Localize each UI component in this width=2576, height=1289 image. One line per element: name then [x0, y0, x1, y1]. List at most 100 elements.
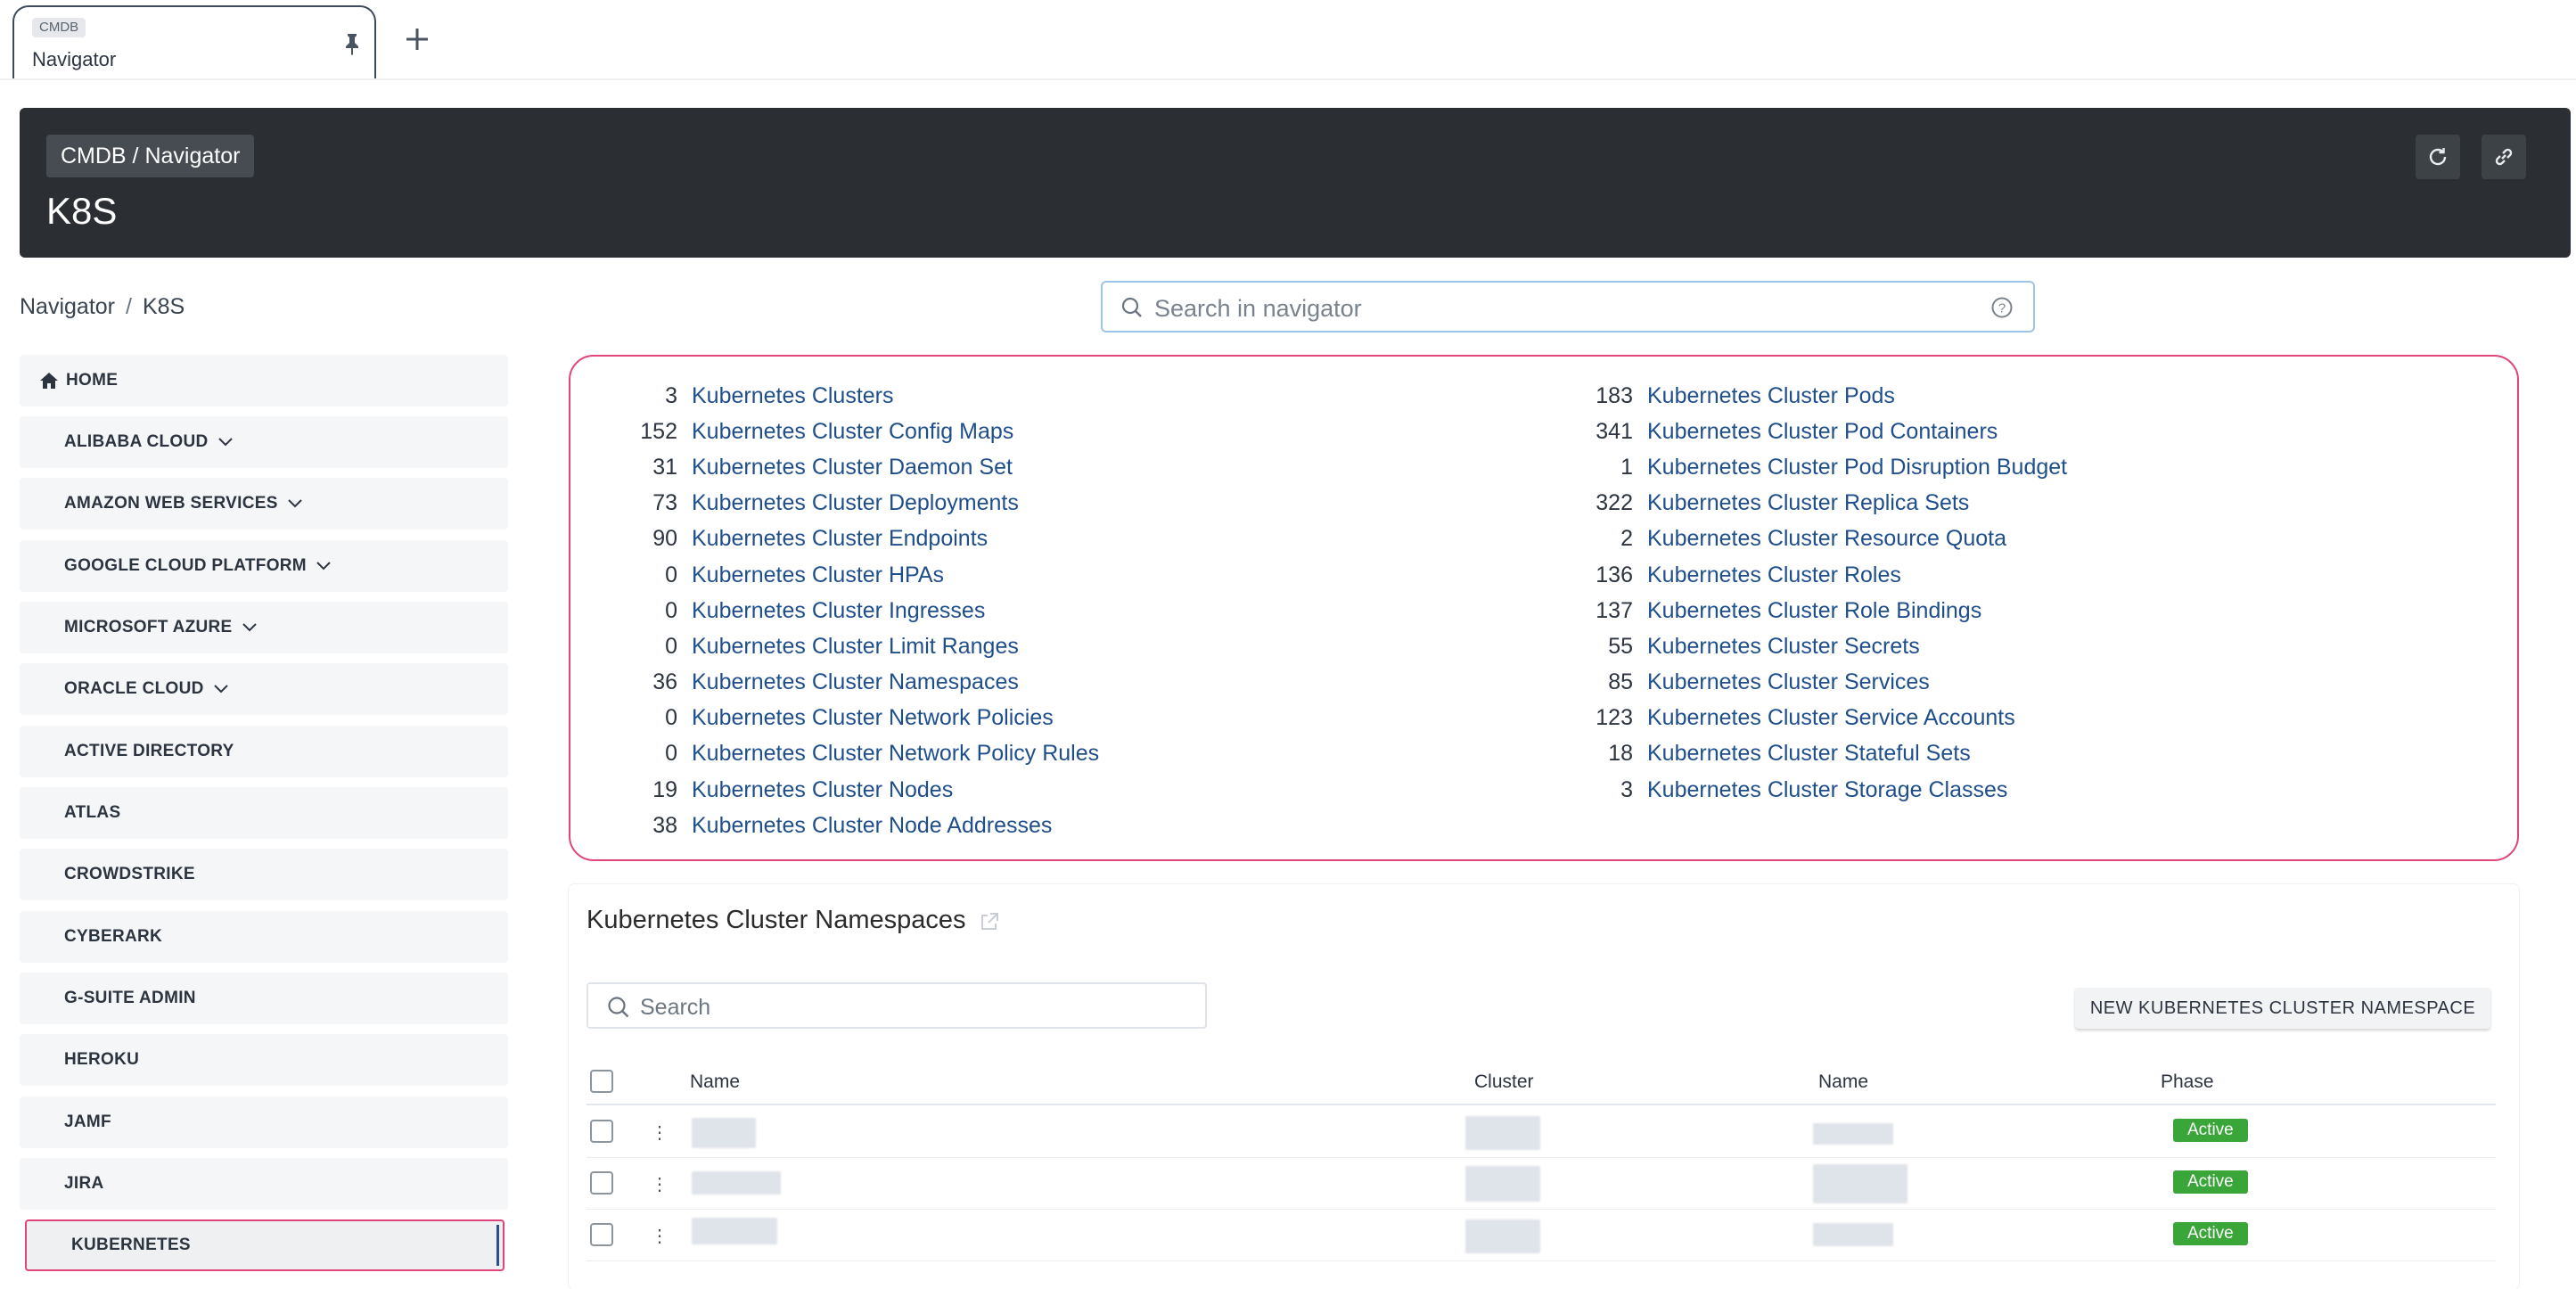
sidebar-item-microsoft-azure[interactable]: MICROSOFT AZURE — [20, 602, 508, 653]
copy-link-button[interactable] — [2482, 135, 2526, 179]
new-namespace-button[interactable]: NEW KUBERNETES CLUSTER NAMESPACE — [2075, 988, 2490, 1029]
resource-link[interactable]: Kubernetes Cluster Roles — [1647, 562, 1901, 588]
summary-row[interactable]: 36 Kubernetes Cluster Namespaces — [579, 665, 1099, 701]
summary-row[interactable]: 152 Kubernetes Cluster Config Maps — [579, 414, 1099, 449]
resource-link[interactable]: Kubernetes Cluster Network Policies — [692, 705, 1054, 731]
row-checkbox[interactable] — [590, 1171, 613, 1195]
more-vertical-icon[interactable]: ⋮ — [651, 1121, 669, 1144]
resource-link[interactable]: Kubernetes Cluster Pod Containers — [1647, 419, 1998, 445]
summary-row[interactable]: 136 Kubernetes Cluster Roles — [1535, 557, 2067, 593]
resource-link[interactable]: Kubernetes Cluster Role Bindings — [1647, 598, 1981, 624]
sidebar-item-oracle-cloud[interactable]: ORACLE CLOUD — [20, 663, 508, 715]
sidebar-item-g-suite-admin[interactable]: G-SUITE ADMIN — [20, 973, 508, 1024]
resource-link[interactable]: Kubernetes Cluster Network Policy Rules — [692, 741, 1099, 767]
refresh-button[interactable] — [2416, 135, 2460, 179]
resource-link[interactable]: Kubernetes Cluster Nodes — [692, 777, 953, 803]
column-header-phase[interactable]: Phase — [2161, 1071, 2214, 1093]
header-breadcrumb[interactable]: CMDB / Navigator — [46, 135, 255, 177]
summary-row[interactable]: 0 Kubernetes Cluster Ingresses — [579, 593, 1099, 628]
resource-link[interactable]: Kubernetes Cluster Pod Disruption Budget — [1647, 455, 2067, 480]
summary-row[interactable]: 1 Kubernetes Cluster Pod Disruption Budge… — [1535, 449, 2067, 485]
sidebar-item-heroku[interactable]: HEROKU — [20, 1034, 508, 1086]
plus-icon[interactable] — [399, 21, 435, 57]
summary-row[interactable]: 18 Kubernetes Cluster Stateful Sets — [1535, 736, 2067, 772]
summary-row[interactable]: 0 Kubernetes Cluster Limit Ranges — [579, 628, 1099, 664]
resource-link[interactable]: Kubernetes Cluster Pods — [1647, 383, 1895, 409]
column-header-cluster[interactable]: Cluster — [1474, 1071, 1534, 1093]
sidebar-item-home[interactable]: HOME — [20, 355, 508, 406]
resource-link[interactable]: Kubernetes Cluster Ingresses — [692, 598, 985, 624]
sidebar-item-jamf[interactable]: JAMF — [20, 1096, 508, 1148]
sidebar-item-jira[interactable]: JIRA — [20, 1158, 508, 1210]
summary-row[interactable]: 19 Kubernetes Cluster Nodes — [579, 772, 1099, 808]
summary-row[interactable]: 3 Kubernetes Clusters — [579, 378, 1099, 414]
help-icon[interactable]: ? — [1990, 296, 2014, 324]
sidebar-item-atlas[interactable]: ATLAS — [20, 787, 508, 839]
resource-link[interactable]: Kubernetes Cluster Endpoints — [692, 526, 988, 552]
resource-link[interactable]: Kubernetes Cluster Namespaces — [692, 669, 1019, 695]
row-checkbox[interactable] — [590, 1223, 613, 1246]
search-icon — [1120, 296, 1144, 324]
resource-link[interactable]: Kubernetes Cluster Stateful Sets — [1647, 741, 1971, 767]
table-row[interactable]: ⋮ Active — [587, 1157, 2496, 1210]
sidebar-item-google-cloud-platform[interactable]: GOOGLE CLOUD PLATFORM — [20, 540, 508, 592]
resource-link[interactable]: Kubernetes Cluster HPAs — [692, 562, 944, 588]
column-header-name-2[interactable]: Name — [1818, 1071, 1868, 1093]
row-checkbox[interactable] — [590, 1120, 613, 1143]
resource-link[interactable]: Kubernetes Cluster Service Accounts — [1647, 705, 2015, 731]
navigator-search-input[interactable] — [1153, 291, 1958, 325]
summary-row[interactable]: 73 Kubernetes Cluster Deployments — [579, 486, 1099, 521]
resource-link[interactable]: Kubernetes Cluster Node Addresses — [692, 813, 1052, 839]
summary-row[interactable]: 90 Kubernetes Cluster Endpoints — [579, 521, 1099, 557]
sidebar-item-crowdstrike[interactable]: CROWDSTRIKE — [20, 849, 508, 900]
sidebar-item-amazon-web-services[interactable]: AMAZON WEB SERVICES — [20, 478, 508, 530]
sidebar-item-kubernetes[interactable]: KUBERNETES — [25, 1219, 505, 1271]
pin-icon[interactable] — [342, 32, 362, 55]
summary-row[interactable]: 123 Kubernetes Cluster Service Accounts — [1535, 701, 2067, 736]
resource-link[interactable]: Kubernetes Cluster Secrets — [1647, 634, 1920, 660]
resource-link[interactable]: Kubernetes Cluster Resource Quota — [1647, 526, 2006, 552]
resource-link[interactable]: Kubernetes Cluster Storage Classes — [1647, 777, 2007, 803]
summary-row[interactable]: 38 Kubernetes Cluster Node Addresses — [579, 808, 1099, 843]
resource-link[interactable]: Kubernetes Clusters — [692, 383, 894, 409]
tab-title: Navigator — [32, 48, 117, 70]
summary-row[interactable]: 0 Kubernetes Cluster HPAs — [579, 557, 1099, 593]
resource-link[interactable]: Kubernetes Cluster Daemon Set — [692, 455, 1013, 480]
sidebar-item-cyberark[interactable]: CYBERARK — [20, 911, 508, 963]
table-row[interactable]: ⋮ Active — [587, 1209, 2496, 1261]
resource-link[interactable]: Kubernetes Cluster Deployments — [692, 490, 1019, 516]
tab-navigator[interactable]: CMDB Navigator — [12, 5, 376, 80]
summary-left-column: 3 Kubernetes Clusters 152 Kubernetes Clust… — [579, 378, 1099, 843]
summary-row[interactable]: 85 Kubernetes Cluster Services — [1535, 665, 2067, 701]
summary-row[interactable]: 341 Kubernetes Cluster Pod Containers — [1535, 414, 2067, 449]
sidebar-item-label: CYBERARK — [64, 927, 163, 946]
summary-row[interactable]: 31 Kubernetes Cluster Daemon Set — [579, 449, 1099, 485]
breadcrumb-root[interactable]: Navigator — [20, 294, 115, 319]
summary-row[interactable]: 0 Kubernetes Cluster Network Policies — [579, 701, 1099, 736]
sidebar-item-alibaba-cloud[interactable]: ALIBABA CLOUD — [20, 416, 508, 468]
summary-row[interactable]: 137 Kubernetes Cluster Role Bindings — [1535, 593, 2067, 628]
resource-link[interactable]: Kubernetes Cluster Limit Ranges — [692, 634, 1019, 660]
summary-row[interactable]: 0 Kubernetes Cluster Network Policy Rules — [579, 736, 1099, 772]
sidebar-item-label: CROWDSTRIKE — [64, 865, 195, 883]
table-search-input[interactable] — [638, 991, 1177, 1023]
sidebar-item-active-directory[interactable]: ACTIVE DIRECTORY — [20, 726, 508, 777]
resource-link[interactable]: Kubernetes Cluster Replica Sets — [1647, 490, 1969, 516]
more-vertical-icon[interactable]: ⋮ — [651, 1173, 669, 1195]
summary-row[interactable]: 322 Kubernetes Cluster Replica Sets — [1535, 486, 2067, 521]
table-row[interactable]: ⋮ Active — [587, 1105, 2496, 1158]
resource-link[interactable]: Kubernetes Cluster Services — [1647, 669, 1930, 695]
sidebar-item-label: ORACLE CLOUD — [64, 679, 204, 698]
tab-strip: CMDB Navigator — [0, 0, 2576, 80]
summary-row[interactable]: 55 Kubernetes Cluster Secrets — [1535, 628, 2067, 664]
redacted-cluster — [1465, 1116, 1540, 1150]
tab-strip-divider — [0, 78, 2576, 80]
summary-row[interactable]: 183 Kubernetes Cluster Pods — [1535, 378, 2067, 414]
summary-row[interactable]: 3 Kubernetes Cluster Storage Classes — [1535, 772, 2067, 808]
summary-row[interactable]: 2 Kubernetes Cluster Resource Quota — [1535, 521, 2067, 557]
external-link-icon[interactable] — [979, 911, 1000, 937]
column-header-name[interactable]: Name — [690, 1071, 740, 1093]
resource-link[interactable]: Kubernetes Cluster Config Maps — [692, 419, 1013, 445]
more-vertical-icon[interactable]: ⋮ — [651, 1225, 669, 1247]
select-all-checkbox[interactable] — [590, 1070, 613, 1093]
